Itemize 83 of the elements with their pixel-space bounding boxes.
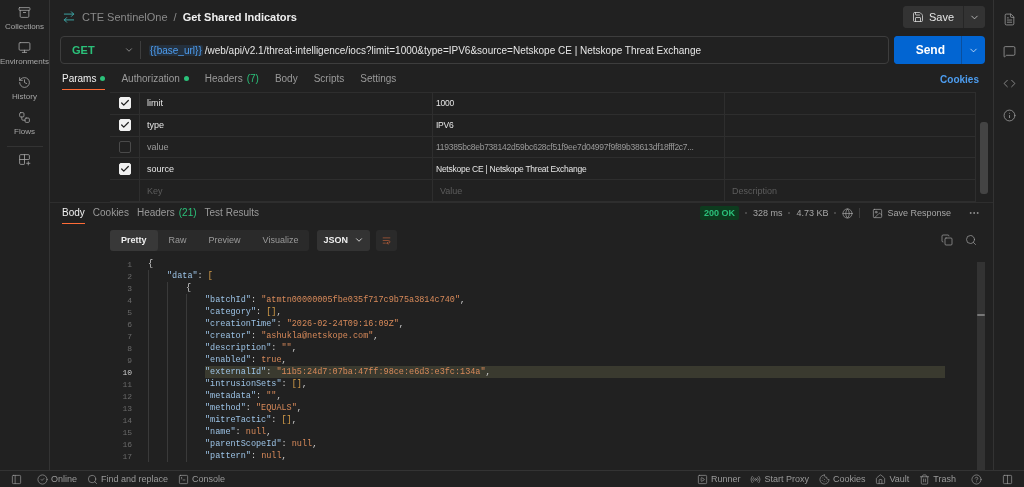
status-bar-button[interactable]: Trash [919, 473, 956, 485]
status-bar-button[interactable]: Online [37, 473, 77, 485]
tab-count: (7) [246, 73, 259, 84]
code-line: "description": "", [205, 342, 298, 354]
sidebar-item[interactable]: Collections [0, 4, 50, 33]
response-size: 4.73 KB [796, 208, 829, 218]
line-number: 4 [126, 295, 133, 305]
code-line: "name": null, [205, 426, 273, 438]
response-time: 328 ms [752, 208, 783, 218]
param-key[interactable]: limit [140, 93, 433, 114]
code-line: "metadata": "", [205, 390, 283, 402]
line-number: 6 [126, 319, 133, 329]
sidebar-label: Collections [4, 22, 45, 31]
param-value[interactable]: Netskope CE | Netskope Threat Exchange [433, 158, 725, 180]
code-line: "enabled": true, [205, 354, 288, 366]
request-tab[interactable]: Body [274, 73, 298, 90]
status-bar-button[interactable]: Vault [875, 473, 910, 485]
url-variable: {{base_url}} [149, 44, 203, 56]
param-key[interactable]: value [140, 136, 433, 158]
line-number: 12 [121, 391, 133, 401]
tab-count: (21) [178, 207, 197, 218]
code-line: { [186, 282, 193, 294]
line-number: 15 [121, 427, 133, 437]
code-line: "batchId": "atmtn00000005fbe035f717c9b75a3814c740", [205, 294, 467, 306]
code-line: "method": "EQUALS", [205, 402, 303, 414]
sidebar-item[interactable]: History [0, 74, 50, 103]
breadcrumb-separator: / [173, 11, 177, 23]
line-number: 17 [121, 451, 133, 461]
line-number: 16 [121, 439, 133, 449]
sidebar-item[interactable]: Flows [0, 109, 50, 138]
line-number: 11 [121, 379, 133, 389]
line-number: 14 [121, 415, 133, 425]
request-title: Get Shared Indicators [182, 11, 297, 23]
url-text: /web/api/v2.1/threat-intelligence/iocs?limit=1000&type=IPV6&source=Netskope CE | Netskope Threat Exchange [204, 44, 702, 56]
request-tab[interactable]: Scripts [313, 73, 345, 90]
status-bar-button[interactable]: Find and replace [87, 473, 169, 485]
request-tab[interactable]: Headers (7) [204, 73, 259, 90]
line-number: 10 [121, 367, 133, 377]
line-number: 2 [126, 271, 133, 281]
status-badge: 200 OK [699, 206, 739, 220]
view-tab[interactable]: Raw [157, 229, 198, 251]
collection-breadcrumb[interactable]: CTE SentinelOne [82, 11, 168, 23]
status-bar-button[interactable]: Start Proxy [750, 473, 809, 485]
param-value[interactable]: 1000 [433, 93, 725, 114]
sidebar-label: History [12, 92, 37, 101]
view-tab[interactable]: Visualize [251, 229, 310, 251]
line-number: 13 [121, 403, 133, 413]
response-tab[interactable]: Body [62, 207, 85, 224]
save-button[interactable]: Save [902, 6, 964, 28]
send-button[interactable]: Send [893, 36, 962, 64]
sidebar-label: Environments [0, 57, 49, 66]
request-tab[interactable]: Params [62, 73, 106, 90]
line-number: 5 [126, 307, 133, 317]
code-line: "data": [ [167, 270, 214, 282]
response-tab[interactable]: Cookies [92, 207, 129, 224]
url-bar[interactable]: GET {{base_url}} /web/api/v2.1/threat-intelligence/iocs?limit=1000&type=IPV6&source=Netskope CE | Netskope Threat Exchange [60, 36, 889, 64]
code-line: "pattern": null, [205, 450, 288, 462]
param-key[interactable]: type [140, 114, 433, 136]
code-line: "creator": "ashukla@netskope.com", [205, 330, 380, 342]
method-dropdown[interactable]: GET [61, 41, 141, 59]
code-line: "creationTime": "2026-02-24T09:16:09Z", [205, 318, 405, 330]
param-value[interactable]: 119385bc8eb738142d59bc628cf51f9ee7d04997f9f89b38613df18fff2c7... [433, 136, 725, 158]
sidebar-item[interactable]: Environments [0, 39, 50, 68]
status-bar-button[interactable]: Cookies [818, 473, 866, 485]
code-line: "mitreTactic": [], [205, 414, 298, 426]
code-line: { [148, 258, 155, 270]
code-line: "parentScopeId": null, [205, 438, 319, 450]
status-bar-button[interactable]: Runner [696, 473, 741, 485]
code-line: "intrusionSets": [], [205, 378, 309, 390]
response-tab[interactable]: Headers (21) [136, 207, 197, 224]
response-tab[interactable]: Test Results [204, 207, 259, 224]
view-tab[interactable]: Pretty [110, 229, 158, 251]
format-dropdown[interactable]: JSON [317, 229, 370, 251]
request-tab[interactable]: Authorization [121, 73, 189, 90]
save-response-button[interactable]: Save Response [866, 206, 957, 220]
param-value[interactable]: IPV6 [433, 114, 725, 136]
status-bar-button[interactable]: Console [178, 473, 226, 485]
cookies-link[interactable]: Cookies [940, 74, 979, 90]
code-line: "category": [], [205, 306, 283, 318]
view-tab[interactable]: Preview [197, 229, 252, 251]
param-key[interactable]: source [140, 158, 433, 180]
sidebar-label: Flows [14, 127, 35, 136]
request-tab[interactable]: Settings [360, 73, 397, 90]
